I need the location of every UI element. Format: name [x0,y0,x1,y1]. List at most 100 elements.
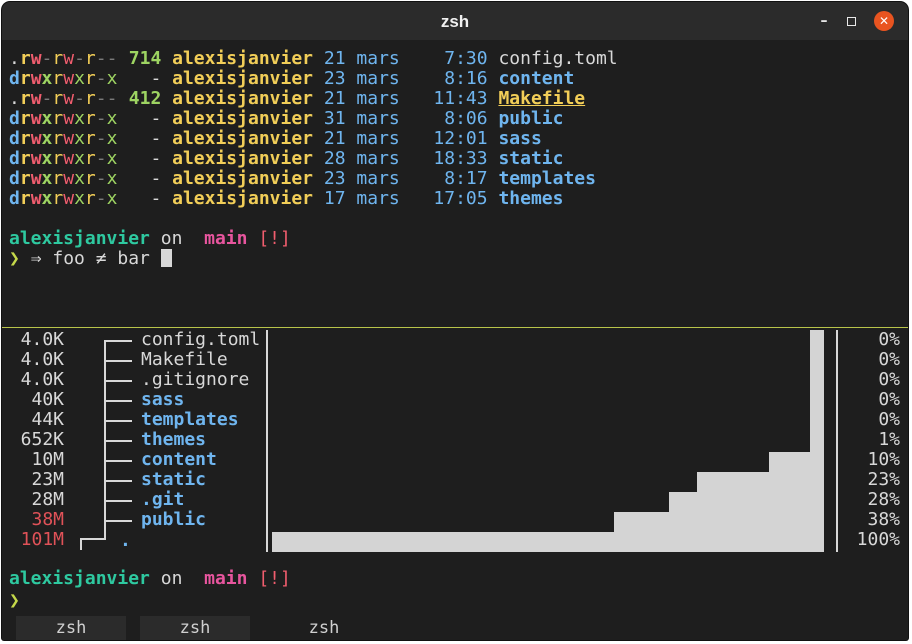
file-time: 7:30 [444,48,488,69]
command-line[interactable]: ❯ ⇒ foo ≠ bar [9,249,172,269]
ls-row: drwxrwxr-x - alexisjanvier 21 mars 12:01… [9,129,542,149]
du-bar [697,472,824,492]
close-button[interactable]: ✕ [874,11,894,31]
permission-bit: r [52,188,64,209]
permission-bit: r [52,68,64,89]
permission-bit: - [95,88,107,109]
du-entry-name[interactable]: templates [141,410,239,430]
file-name[interactable]: sass [498,128,541,149]
permission-bit: r [19,188,31,209]
permission-bit: r [19,168,31,189]
maximize-button[interactable] [841,11,861,31]
du-bar-strip [810,330,824,552]
tab-zsh-1[interactable]: zsh [16,616,126,640]
permission-bit: r [84,148,96,169]
permission-bit: - [74,88,85,109]
permission-bit: r [19,148,31,169]
du-percentage: 23% [867,469,900,490]
permission-bit: r [19,48,31,69]
file-month: mars [356,68,400,89]
permission-bit: r [84,168,96,189]
command-input[interactable]: ⇒ foo ≠ bar [31,248,150,269]
du-entry-name[interactable]: sass [141,390,184,410]
minimize-button[interactable]: – [814,11,834,31]
permission-bit: x [74,188,85,209]
tree-root-stem [80,538,82,550]
prompt-arrow-icon: ❯ [9,248,20,269]
du-entry-name[interactable]: static [141,470,206,490]
permission-bit: x [74,68,85,89]
permission-bit: w [30,108,42,129]
du-percentage: 10% [867,449,900,470]
bar-area-right-border [836,330,838,552]
terminal-window: zsh – ✕ .rw-rw-r-- 714 alexisjanvier 21 … [2,2,908,640]
prompt-arrow-icon: ❯ [9,590,20,611]
command-line-2[interactable]: ❯ [9,591,20,611]
file-time: 8:17 [444,168,488,189]
permission-bit: x [106,108,118,129]
prompt-on: on [160,568,183,589]
permission-bit: r [84,48,96,69]
tree-branch [104,500,132,502]
du-root-name[interactable]: . [120,531,131,551]
permission-bit: x [106,68,118,89]
file-name[interactable]: templates [498,168,596,189]
permission-bit: w [63,188,75,209]
permission-bit: - [95,168,107,189]
tab-zsh-3[interactable]: zsh [264,616,384,640]
permission-bit: w [63,48,75,69]
file-type: . [9,88,20,109]
tab-zsh-2[interactable]: zsh [140,616,250,640]
tree-root-branch [80,538,106,540]
permission-bit: r [19,68,31,89]
permission-bit: w [63,128,75,149]
file-name[interactable]: config.toml [498,48,617,69]
file-day: 31 [323,108,346,129]
permission-bit: w [63,88,75,109]
permission-bit: x [41,168,53,189]
file-size: - [150,148,162,169]
file-size: - [150,128,162,149]
du-entry-name[interactable]: public [141,510,206,530]
du-size: 28M [31,489,64,510]
permission-bit: r [52,128,64,149]
permission-bit: r [84,88,96,109]
du-entry-name[interactable]: themes [141,430,206,450]
permission-bit: w [30,188,42,209]
ls-row: .rw-rw-r-- 714 alexisjanvier 21 mars 7:3… [9,49,618,69]
file-day: 28 [323,148,346,169]
file-name[interactable]: Makefile [498,88,585,109]
du-entry-name[interactable]: content [141,450,217,470]
du-entry-name[interactable]: config.toml [141,330,260,350]
tree-branch [104,480,132,482]
prompt-line-2: alexisjanvier on main [!] [9,569,291,589]
file-owner: alexisjanvier [172,188,314,209]
permission-bit: r [52,108,64,129]
pane-divider[interactable] [2,327,908,328]
du-size: 4.0K [20,329,64,350]
permission-bit: r [52,148,64,169]
file-owner: alexisjanvier [172,148,314,169]
file-name[interactable]: content [498,68,574,89]
file-owner: alexisjanvier [172,168,314,189]
file-month: mars [356,128,400,149]
du-bar [272,532,824,552]
du-percentage: 28% [867,489,900,510]
file-type: d [9,148,20,169]
file-day: 21 [323,88,346,109]
file-name[interactable]: static [498,148,563,169]
prompt-branch: main [204,228,248,249]
permission-bit: r [19,88,31,109]
tree-branch [104,340,132,342]
file-name[interactable]: public [498,108,563,129]
tree-branch [104,440,132,442]
file-name[interactable]: themes [498,188,563,209]
du-entry-name[interactable]: Makefile [141,350,228,370]
file-type: d [9,168,20,189]
du-entry-name[interactable]: .git [141,490,184,510]
permission-bit: w [30,168,42,189]
disk-usage-pane: 4.0K config.toml 0% 4.0K Makefile 0% 4.0K .giti… [2,330,908,554]
du-entry-name[interactable]: .gitignore [141,370,249,390]
bar-area-left-border [266,330,268,552]
permission-bit: x [106,148,118,169]
